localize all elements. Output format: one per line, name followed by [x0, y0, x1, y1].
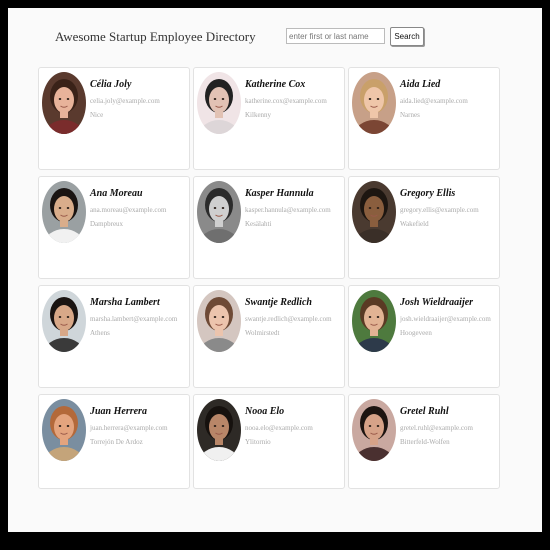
employee-email: kasper.hannula@example.com — [245, 206, 331, 214]
employee-email: celia.joly@example.com — [90, 97, 160, 105]
employee-email: katherine.cox@example.com — [245, 97, 327, 105]
employee-card[interactable]: Swantje Redlich swantje.redlich@example.c… — [193, 285, 345, 388]
employee-name: Juan Herrera — [90, 406, 147, 417]
avatar — [42, 290, 86, 352]
employee-name: Célia Joly — [90, 79, 132, 90]
employee-info: Kasper Hannula kasper.hannula@example.com… — [245, 188, 342, 229]
employee-city: Ylitornio — [245, 438, 271, 446]
employee-city: Athens — [90, 329, 110, 337]
employee-info: Juan Herrera juan.herrera@example.com Torr… — [90, 406, 187, 447]
page-title: Awesome Startup Employee Directory — [55, 29, 256, 44]
employee-info: Josh Wieldraaijer josh.wieldraaijer@examp… — [400, 297, 497, 338]
employee-info: Aida Lied aida.lied@example.com Narnes — [400, 79, 497, 120]
employee-city: Nice — [90, 111, 104, 119]
header: Awesome Startup Employee Directory Searc… — [8, 8, 542, 60]
employee-city: Torrejón De Ardoz — [90, 438, 143, 446]
employee-card[interactable]: Marsha Lambert marsha.lambert@example.com… — [38, 285, 190, 388]
employee-card[interactable]: Nooa Elo nooa.elo@example.com Ylitornio — [193, 394, 345, 489]
avatar — [352, 290, 396, 352]
app-window: Awesome Startup Employee Directory Searc… — [8, 8, 542, 532]
employee-info: Nooa Elo nooa.elo@example.com Ylitornio — [245, 406, 342, 447]
employee-card[interactable]: Katherine Cox katherine.cox@example.com Ki… — [193, 67, 345, 170]
employee-name: Nooa Elo — [245, 406, 285, 417]
employee-email: ana.moreau@example.com — [90, 206, 167, 214]
employee-info: Célia Joly celia.joly@example.com Nice — [90, 79, 187, 120]
avatar — [42, 181, 86, 243]
employee-info: Katherine Cox katherine.cox@example.com Ki… — [245, 79, 342, 120]
employee-info: Ana Moreau ana.moreau@example.com Dampbreu… — [90, 188, 187, 229]
employee-name: Katherine Cox — [245, 79, 306, 90]
employee-card[interactable]: Juan Herrera juan.herrera@example.com Torr… — [38, 394, 190, 489]
avatar — [42, 399, 86, 461]
employee-name: Josh Wieldraaijer — [400, 297, 474, 308]
employee-email: marsha.lambert@example.com — [90, 315, 178, 323]
employee-city: Hoogeveen — [400, 329, 432, 337]
avatar — [197, 290, 241, 352]
employee-name: Gregory Ellis — [400, 188, 456, 199]
employee-email: swantje.redlich@example.com — [245, 315, 332, 323]
employee-name: Swantje Redlich — [245, 297, 312, 308]
employee-city: Kilkenny — [245, 111, 272, 119]
employee-city: Narnes — [400, 111, 420, 119]
employee-email: nooa.elo@example.com — [245, 424, 313, 432]
employee-city: Dampbreux — [90, 220, 124, 228]
employee-card[interactable]: Gretel Ruhl gretel.ruhl@example.com Bitter… — [348, 394, 500, 489]
avatar — [42, 72, 86, 134]
employee-grid: Célia Joly celia.joly@example.com Nice Kath… — [38, 67, 500, 497]
employee-email: josh.wieldraaijer@example.com — [400, 315, 491, 323]
avatar — [352, 181, 396, 243]
employee-email: aida.lied@example.com — [400, 97, 468, 105]
employee-city: Wolmirstedt — [245, 329, 280, 337]
employee-city: Wakefield — [400, 220, 429, 228]
employee-card[interactable]: Josh Wieldraaijer josh.wieldraaijer@examp… — [348, 285, 500, 388]
avatar — [197, 72, 241, 134]
employee-city: Bitterfeld-Wolfen — [400, 438, 450, 446]
employee-info: Gregory Ellis gregory.ellis@example.com Wa… — [400, 188, 497, 229]
employee-name: Ana Moreau — [90, 188, 143, 199]
avatar — [352, 72, 396, 134]
employee-name: Aida Lied — [400, 79, 441, 90]
avatar — [197, 181, 241, 243]
employee-name: Gretel Ruhl — [400, 406, 449, 417]
employee-card[interactable]: Aida Lied aida.lied@example.com Narnes — [348, 67, 500, 170]
employee-info: Swantje Redlich swantje.redlich@example.c… — [245, 297, 342, 338]
avatar — [352, 399, 396, 461]
search-button[interactable]: Search — [390, 27, 424, 46]
employee-email: gregory.ellis@example.com — [400, 206, 479, 214]
employee-email: juan.herrera@example.com — [90, 424, 168, 432]
employee-info: Marsha Lambert marsha.lambert@example.com… — [90, 297, 187, 338]
employee-card[interactable]: Gregory Ellis gregory.ellis@example.com Wa… — [348, 176, 500, 279]
employee-name: Kasper Hannula — [245, 188, 314, 199]
search-input[interactable] — [286, 28, 385, 44]
employee-card[interactable]: Ana Moreau ana.moreau@example.com Dampbreu… — [38, 176, 190, 279]
employee-city: Kesälahti — [245, 220, 272, 228]
employee-card[interactable]: Célia Joly celia.joly@example.com Nice — [38, 67, 190, 170]
employee-name: Marsha Lambert — [90, 297, 160, 308]
employee-email: gretel.ruhl@example.com — [400, 424, 473, 432]
avatar — [197, 399, 241, 461]
employee-card[interactable]: Kasper Hannula kasper.hannula@example.com… — [193, 176, 345, 279]
employee-info: Gretel Ruhl gretel.ruhl@example.com Bitter… — [400, 406, 497, 447]
